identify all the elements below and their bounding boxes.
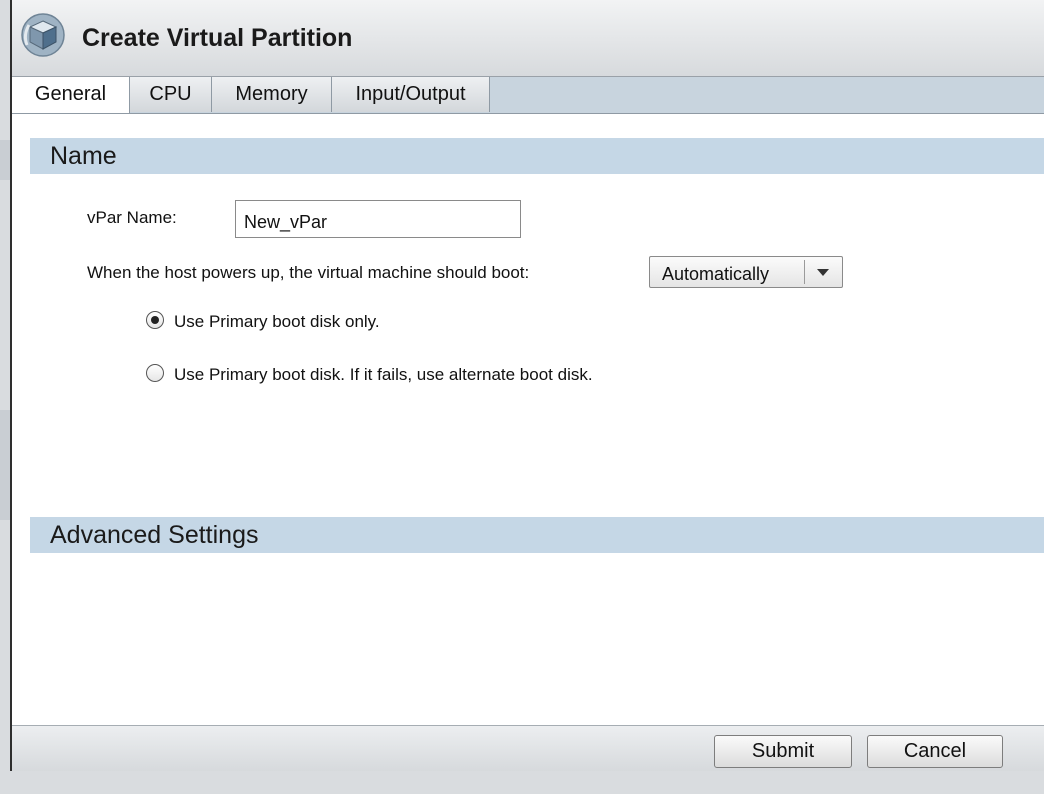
radio-primary-boot-only[interactable] (146, 311, 164, 329)
dialog-titlebar: Create Virtual Partition (12, 0, 1044, 77)
boot-mode-select[interactable]: Automatically (649, 256, 843, 288)
submit-button[interactable]: Submit (714, 735, 852, 768)
tab-bar: General CPU Memory Input/Output (12, 77, 1044, 114)
vpar-name-input[interactable] (235, 200, 521, 238)
radio-primary-then-alternate[interactable] (146, 364, 164, 382)
chevron-down-icon[interactable] (817, 269, 829, 276)
dialog-title: Create Virtual Partition (82, 24, 353, 52)
dialog-footer: Submit Cancel (12, 725, 1044, 772)
advanced-settings-header: Advanced Settings (30, 517, 1044, 553)
cancel-button[interactable]: Cancel (867, 735, 1003, 768)
tab-memory[interactable]: Memory (212, 77, 332, 112)
name-section-header: Name (30, 138, 1044, 174)
virtual-partition-cube-icon (21, 13, 65, 57)
radio-primary-then-alternate-label[interactable]: Use Primary boot disk. If it fails, use … (174, 365, 593, 385)
radio-primary-boot-only-label[interactable]: Use Primary boot disk only. (174, 312, 380, 332)
tab-cpu[interactable]: CPU (130, 77, 212, 112)
tab-input-output[interactable]: Input/Output (332, 77, 490, 112)
boot-mode-selected-value: Automatically (662, 264, 770, 284)
radio-selected-dot (151, 316, 159, 324)
vpar-name-label: vPar Name: (87, 208, 177, 227)
select-divider (804, 260, 805, 284)
tab-general[interactable]: General (12, 77, 130, 113)
background-desktop (0, 771, 1044, 794)
create-virtual-partition-dialog: Create Virtual Partition General CPU Mem… (10, 0, 1044, 772)
boot-behavior-label: When the host powers up, the virtual mac… (87, 263, 530, 282)
